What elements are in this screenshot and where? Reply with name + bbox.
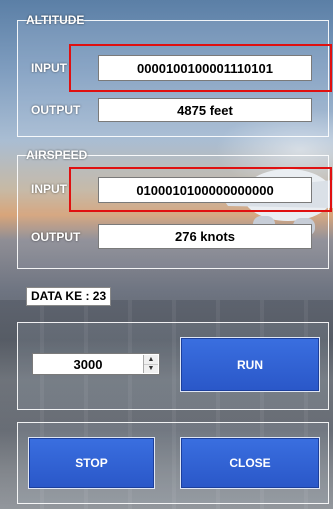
interval-value[interactable]: 3000	[33, 354, 143, 374]
altitude-input-field[interactable]: 0000100100001110101	[98, 55, 312, 81]
close-button[interactable]: CLOSE	[180, 437, 320, 489]
altitude-output-label: OUTPUT	[31, 103, 81, 117]
airspeed-input-field[interactable]: 0100010100000000000	[98, 177, 312, 203]
stepper-down-icon[interactable]: ▼	[144, 364, 158, 373]
airspeed-output-field: 276 knots	[98, 224, 312, 249]
airspeed-input-label: INPUT	[31, 182, 67, 196]
data-ke-label: DATA KE : 23	[26, 287, 112, 306]
stop-button[interactable]: STOP	[28, 437, 155, 489]
stepper-arrows: ▲ ▼	[143, 355, 158, 373]
airspeed-group: AIRSPEED	[17, 148, 329, 269]
altitude-legend: ALTITUDE	[26, 13, 85, 27]
run-button[interactable]: RUN	[180, 337, 320, 392]
altitude-output-field: 4875 feet	[98, 98, 312, 122]
airspeed-legend: AIRSPEED	[26, 148, 88, 162]
interval-stepper[interactable]: 3000 ▲ ▼	[32, 353, 160, 375]
altitude-input-label: INPUT	[31, 61, 67, 75]
airspeed-output-label: OUTPUT	[31, 230, 81, 244]
